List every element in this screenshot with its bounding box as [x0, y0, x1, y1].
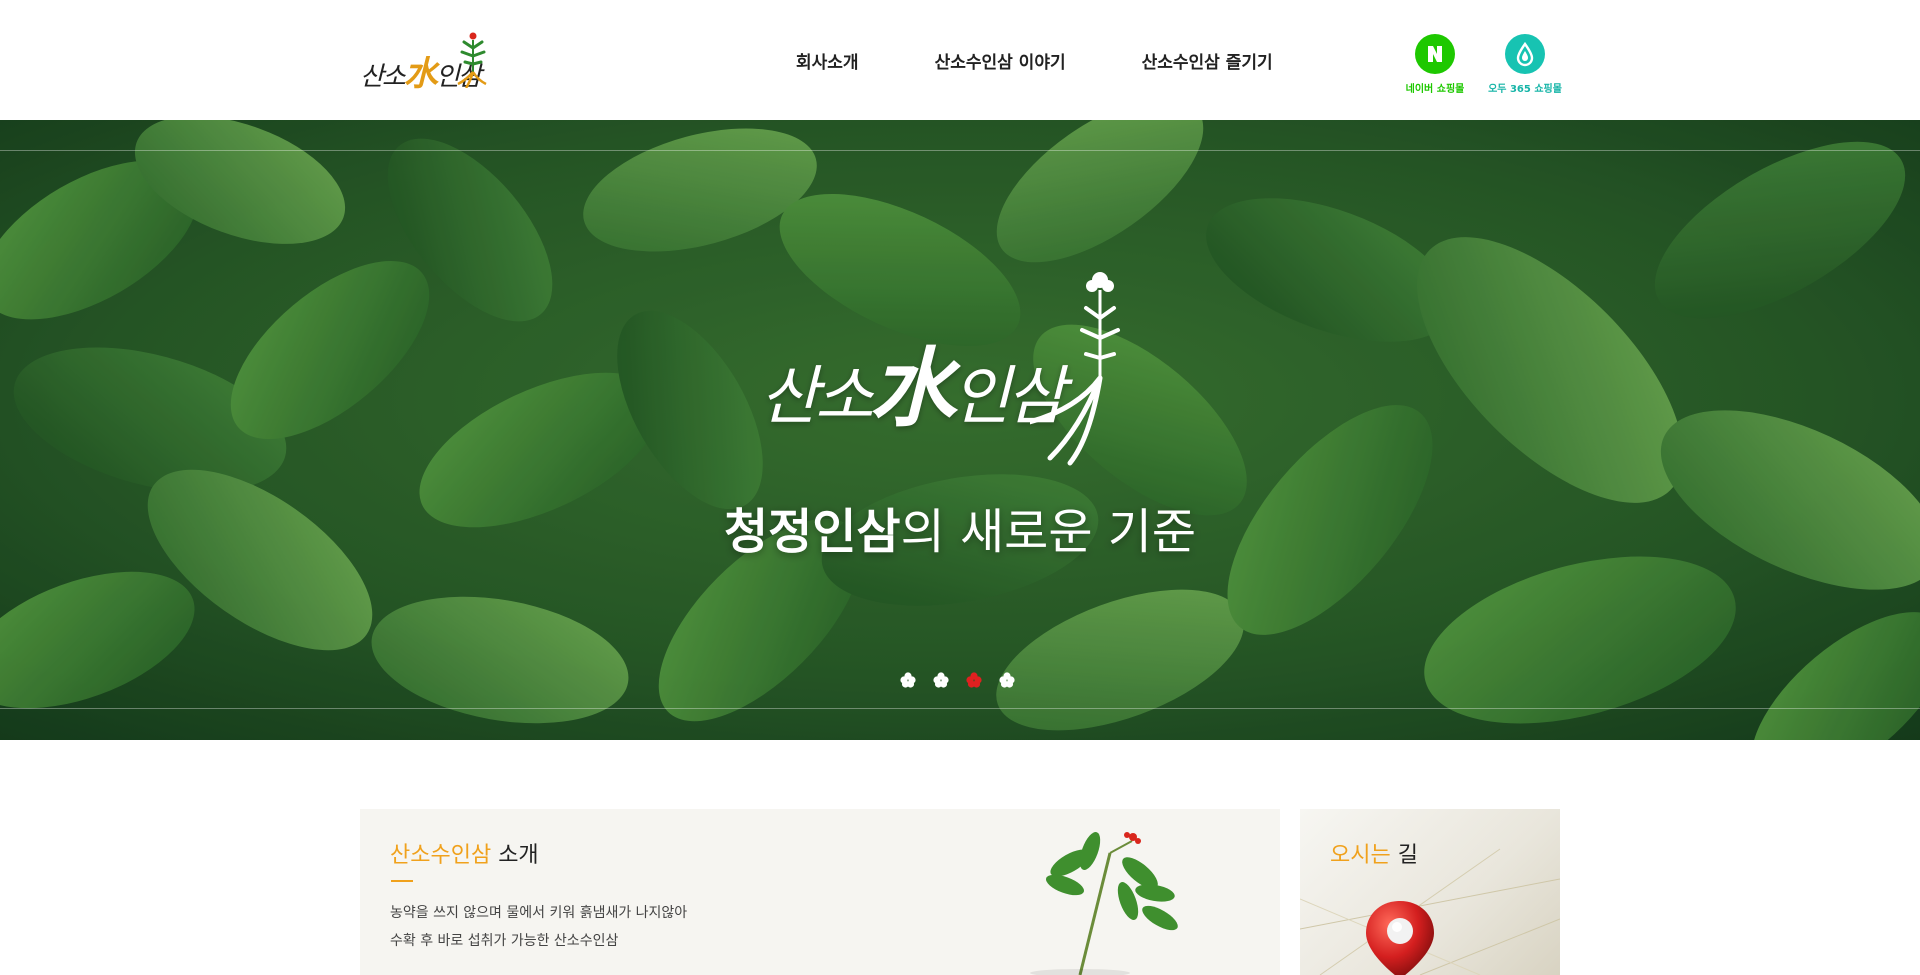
intro-title-accent: 산소수인삼 [390, 843, 492, 868]
intro-description: 농약을 쓰지 않으며 물에서 키워 흙냄새가 나지않아 수확 후 바로 섭취가 … [390, 899, 687, 955]
nav-item-company[interactable]: 회사소개 [796, 48, 859, 73]
hero-tagline: 청정인삼의 새로운 기준 [0, 492, 1920, 562]
hero-slider: 산소水인삼 청정인삼의 새로운 기준 [0, 120, 1920, 740]
main-nav: 회사소개 산소수인삼 이야기 산소수인삼 즐기기 [760, 0, 1273, 120]
logo-text-part1: 산소 [360, 62, 406, 92]
nav-item-story[interactable]: 산소수인삼 이야기 [935, 48, 1066, 73]
slider-dots [900, 672, 1032, 688]
hero-logo-water: 水 [869, 338, 956, 439]
intro-title: 산소수인삼 소개 [390, 837, 539, 869]
intro-line-1: 농약을 쓰지 않으며 물에서 키워 흙냄새가 나지않아 [390, 905, 688, 921]
naver-shop-label: 네이버 쇼핑몰 [1405, 84, 1465, 95]
hero-logo: 산소水인삼 [760, 268, 1160, 468]
hero-logo-wordmark: 산소水인삼 [760, 318, 1066, 443]
site-header: 산소水인삼 회사소개 산소수인삼 이야기 산소수인삼 즐기기 네이버 쇼핑몰 오… [0, 0, 1920, 120]
ginseng-plant-image [1030, 832, 1178, 975]
slider-dot-1[interactable] [900, 672, 916, 688]
intro-section[interactable]: 산소수인삼 소개 농약을 쓰지 않으며 물에서 키워 흙냄새가 나지않아 수확 … [360, 809, 1280, 975]
hero-top-line [0, 150, 1920, 151]
hero-logo-part1: 산소 [760, 360, 874, 434]
odu-shop-label: 오두 365 쇼핑몰 [1488, 84, 1562, 95]
naver-shop-link[interactable]: 네이버 쇼핑몰 [1390, 34, 1480, 95]
hero-bottom-line [0, 708, 1920, 709]
ginseng-logo-icon [457, 32, 487, 88]
tagline-rest: 의 새로운 기준 [900, 504, 1197, 560]
directions-title-accent: 오시는 [1330, 843, 1391, 868]
tagline-bold: 청정인삼 [723, 504, 901, 560]
intro-title-rest: 소개 [491, 843, 539, 868]
directions-title: 오시는 길 [1330, 837, 1418, 869]
directions-section[interactable]: 오시는 길 [1300, 809, 1560, 975]
logo-text-water: 水 [403, 54, 438, 94]
directions-title-rest: 길 [1390, 843, 1418, 868]
intro-line-2: 수확 후 바로 섭취가 가능한 산소수인삼 [390, 933, 619, 949]
nav-item-enjoy[interactable]: 산소수인삼 즐기기 [1142, 48, 1273, 73]
slider-dot-4[interactable] [999, 672, 1015, 688]
odu-shop-link[interactable]: 오두 365 쇼핑몰 [1480, 34, 1570, 95]
site-logo[interactable]: 산소水인삼 [360, 28, 490, 94]
intro-divider [391, 880, 413, 882]
odu-drop-icon [1505, 34, 1545, 74]
naver-n-icon [1415, 34, 1455, 74]
slider-dot-3-active[interactable] [966, 672, 982, 688]
slider-dot-2[interactable] [933, 672, 949, 688]
hero-ginseng-icon [1030, 272, 1120, 466]
map-pin-icon [1366, 901, 1434, 975]
